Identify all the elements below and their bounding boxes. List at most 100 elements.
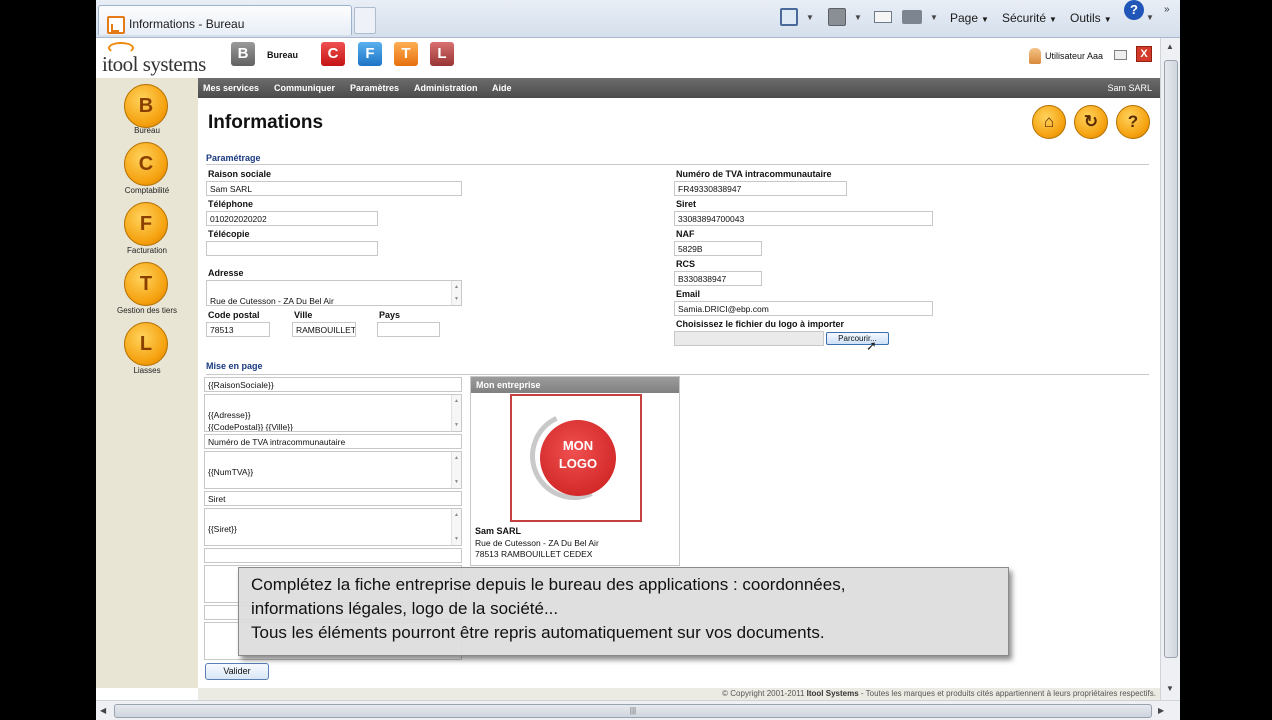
page-menu[interactable]: Page ▼ (950, 8, 989, 28)
menu-communiquer[interactable]: Communiquer (274, 83, 335, 93)
code-postal-field[interactable]: 78513 (206, 322, 270, 337)
adresse-value: Rue de Cutesson - ZA Du Bel Air (210, 296, 334, 306)
sidebar-bureau-label[interactable]: Bureau (96, 126, 198, 135)
tools-menu[interactable]: Outils ▼ (1070, 8, 1112, 28)
tva-label: Numéro de TVA intracommunautaire (676, 169, 832, 179)
home-icon[interactable] (780, 8, 798, 26)
home-button[interactable]: ⌂ (1032, 105, 1066, 139)
help-icon[interactable]: ? (1124, 0, 1144, 20)
logo-file-field[interactable] (674, 331, 824, 346)
footer-company: Itool Systems (806, 689, 859, 698)
app-chip-bureau[interactable]: B (231, 42, 255, 66)
app-chip-liasses[interactable]: L (430, 42, 454, 66)
layout-extra-field-1[interactable] (204, 548, 462, 563)
layout-tva-title-field[interactable]: Numéro de TVA intracommunautaire (204, 434, 462, 449)
home-dropdown-icon[interactable]: ▼ (806, 13, 814, 22)
sidebar-liasses-label[interactable]: Liasses (96, 366, 198, 375)
caption-line-2: informations légales, logo de la société… (251, 599, 559, 618)
horizontal-scrollbar[interactable]: ◀ ||| ▶ (96, 700, 1180, 720)
email-field[interactable]: Samia.DRICI@ebp.com (674, 301, 933, 316)
sidebar-facturation-icon[interactable]: F (124, 202, 168, 246)
preview-header: Mon entreprise (471, 377, 679, 393)
naf-field[interactable]: 5829B (674, 241, 762, 256)
left-sidebar: B Bureau C Comptabilité F Facturation T … (96, 78, 198, 688)
scroll-up-icon[interactable]: ▲ (1166, 42, 1174, 51)
vertical-scrollbar[interactable]: ▲ ▼ (1160, 38, 1180, 700)
layout-adresse-scrollbar[interactable] (451, 395, 461, 431)
menu-administration[interactable]: Administration (414, 83, 478, 93)
help-dropdown-icon[interactable]: ▼ (1146, 13, 1154, 22)
browser-tab-title: Informations - Bureau (129, 17, 245, 31)
ville-field[interactable]: RAMBOUILLET (292, 322, 356, 337)
security-menu-label: Sécurité (1002, 11, 1047, 25)
tutorial-caption: Complétez la fiche entreprise depuis le … (238, 567, 1009, 656)
new-tab-button[interactable] (354, 7, 376, 34)
menu-parametres[interactable]: Paramètres (350, 83, 399, 93)
telecopie-field[interactable] (206, 241, 378, 256)
toolbar-overflow-icon[interactable]: » (1164, 4, 1170, 15)
siret-field[interactable]: 33083894700043 (674, 211, 933, 226)
page-menu-label: Page (950, 11, 979, 25)
security-menu[interactable]: Sécurité ▼ (1002, 8, 1057, 28)
refresh-icon: ↻ (1083, 112, 1099, 131)
adresse-scrollbar[interactable] (451, 281, 461, 305)
scroll-down-icon[interactable]: ▼ (1166, 684, 1174, 693)
layout-raison-field[interactable]: {{RaisonSociale}} (204, 377, 462, 392)
layout-tva-scrollbar[interactable] (451, 452, 461, 488)
scroll-left-icon[interactable]: ◀ (100, 706, 106, 715)
close-icon[interactable]: X (1136, 46, 1152, 62)
user-icon (1029, 48, 1041, 64)
home-icon: ⌂ (1043, 112, 1055, 131)
sidebar-facturation-label[interactable]: Facturation (96, 246, 198, 255)
rss-icon[interactable] (828, 8, 846, 26)
rcs-label: RCS (676, 259, 696, 269)
layout-siret-field[interactable]: {{Siret}} (204, 508, 462, 546)
menu-aide[interactable]: Aide (492, 83, 512, 93)
browser-tab[interactable]: Informations - Bureau (98, 5, 352, 35)
raison-sociale-field[interactable]: Sam SARL (206, 181, 462, 196)
print-icon[interactable] (902, 10, 922, 24)
app-chip-tiers[interactable]: T (394, 42, 418, 66)
sidebar-liasses-icon[interactable]: L (124, 322, 168, 366)
horizontal-scroll-thumb[interactable]: ||| (114, 704, 1152, 718)
layout-siret-scrollbar[interactable] (451, 509, 461, 545)
app-header: itool systems B Bureau C F T L Utilisate… (96, 38, 1166, 78)
rcs-field[interactable]: B330838947 (674, 271, 762, 286)
app-chip-bureau-label[interactable]: Bureau (267, 50, 298, 60)
telephone-field[interactable]: 010202020202 (206, 211, 378, 226)
sidebar-comptabilite-label[interactable]: Comptabilité (96, 186, 198, 195)
scroll-right-icon[interactable]: ▶ (1158, 706, 1164, 715)
mouse-cursor-icon: ➚ (866, 338, 877, 353)
mail-icon[interactable] (874, 11, 892, 23)
layout-adresse-field[interactable]: {{Adresse}} {{CodePostal}} {{Ville}} {{P… (204, 394, 462, 432)
app-logo: itool systems (102, 52, 206, 76)
refresh-button[interactable]: ↻ (1074, 105, 1108, 139)
raison-sociale-label: Raison sociale (208, 169, 272, 179)
rss-dropdown-icon[interactable]: ▼ (854, 13, 862, 22)
envelope-icon[interactable] (1114, 50, 1127, 60)
siret-label: Siret (676, 199, 697, 209)
sidebar-comptabilite-icon[interactable]: C (124, 142, 168, 186)
naf-label: NAF (676, 229, 695, 239)
help-icon: ? (1127, 112, 1139, 131)
sidebar-tiers-label[interactable]: Gestion des tiers (96, 306, 198, 315)
valider-button[interactable]: Valider (205, 663, 269, 680)
app-chip-comptabilite[interactable]: C (321, 42, 345, 66)
tva-field[interactable]: FR49330838947 (674, 181, 847, 196)
adresse-field[interactable]: Rue de Cutesson - ZA Du Bel Air (206, 280, 462, 306)
browse-button[interactable]: Parcourir... (826, 332, 889, 345)
vertical-scroll-thumb[interactable] (1164, 60, 1178, 658)
layout-siret-title-field[interactable]: Siret (204, 491, 462, 506)
help-button[interactable]: ? (1116, 105, 1150, 139)
pays-field[interactable] (377, 322, 440, 337)
layout-adresse-value: {{Adresse}} {{CodePostal}} {{Ville}} {{P… (208, 410, 293, 432)
menu-mes-services[interactable]: Mes services (203, 83, 259, 93)
layout-tva-value: {{NumTVA}} (208, 467, 254, 477)
sidebar-bureau-icon[interactable]: B (124, 84, 168, 128)
app-chip-facturation[interactable]: F (358, 42, 382, 66)
layout-tva-field[interactable]: {{NumTVA}} (204, 451, 462, 489)
tools-menu-label: Outils (1070, 11, 1101, 25)
print-dropdown-icon[interactable]: ▼ (930, 13, 938, 22)
sidebar-tiers-icon[interactable]: T (124, 262, 168, 306)
user-name[interactable]: Utilisateur Aaa (1045, 51, 1103, 61)
